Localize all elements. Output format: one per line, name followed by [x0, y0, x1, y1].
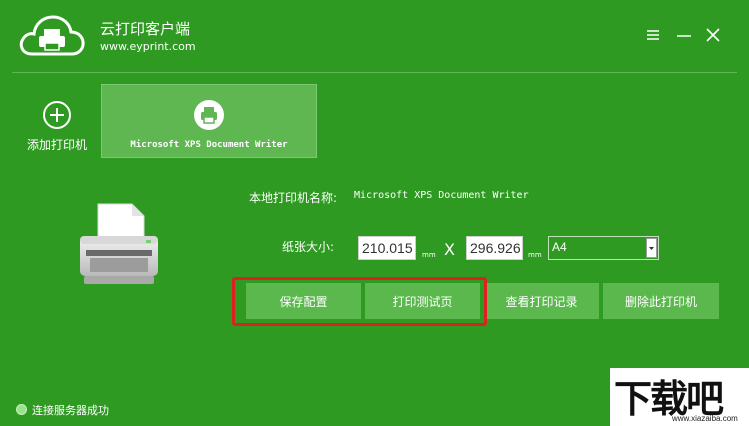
- status-text: 连接服务器成功: [32, 404, 109, 417]
- printer-tab-label: Microsoft XPS Document Writer: [130, 140, 288, 150]
- status-indicator-icon: [16, 404, 27, 415]
- printer-icon: [193, 99, 225, 131]
- paper-width-input[interactable]: 210.015: [358, 236, 416, 260]
- height-unit: mm: [528, 251, 542, 259]
- printer-name-value: Microsoft XPS Document Writer: [354, 190, 529, 201]
- chevron-down-icon[interactable]: [646, 238, 657, 258]
- close-icon[interactable]: [702, 24, 724, 46]
- delete-printer-button[interactable]: 删除此打印机: [603, 283, 719, 319]
- minimize-icon[interactable]: [673, 24, 695, 46]
- app-title: 云打印客户端: [100, 20, 191, 38]
- header-divider: [12, 72, 737, 73]
- paper-type-select[interactable]: A4: [548, 236, 659, 260]
- paper-height-input[interactable]: 296.926: [466, 236, 523, 260]
- plus-circle-icon: [42, 100, 72, 130]
- watermark-url: www.xiazaiba.com: [672, 414, 738, 423]
- title-bar: 云打印客户端 www.eyprint.com: [0, 0, 749, 72]
- times-sign: X: [444, 240, 455, 259]
- view-print-log-button[interactable]: 查看打印记录: [484, 283, 599, 319]
- cloud-printer-logo-icon: [18, 12, 86, 58]
- save-config-button[interactable]: 保存配置: [246, 283, 361, 319]
- printer-name-label: 本地打印机名称:: [249, 191, 338, 205]
- add-printer-label: 添加打印机: [26, 138, 87, 152]
- add-printer-button[interactable]: 添加打印机: [18, 96, 96, 160]
- app-url: www.eyprint.com: [100, 40, 196, 53]
- paper-type-value: A4: [552, 240, 567, 254]
- printer-illustration-icon: [76, 200, 164, 292]
- watermark-logo: 下载吧 www.xiazaiba.com: [610, 368, 749, 426]
- paper-size-label: 纸张大小:: [282, 240, 335, 254]
- printer-tab-xps[interactable]: Microsoft XPS Document Writer: [101, 84, 317, 158]
- print-test-page-button[interactable]: 打印测试页: [365, 283, 480, 319]
- menu-icon[interactable]: [642, 24, 664, 46]
- width-unit: mm: [422, 251, 436, 259]
